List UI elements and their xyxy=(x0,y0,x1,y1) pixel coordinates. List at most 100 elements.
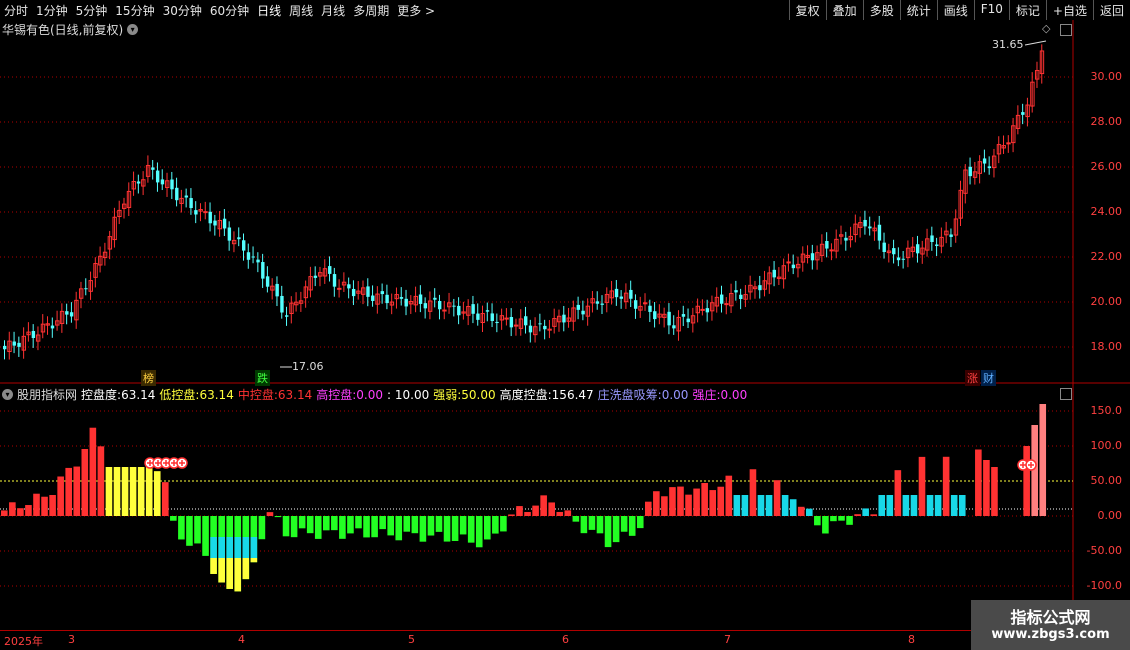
indicator-bar xyxy=(218,558,225,583)
price-axis-label: 26.00 xyxy=(1090,160,1123,173)
indicator-bar xyxy=(854,514,861,516)
candle-body xyxy=(203,211,208,214)
indicator-bar xyxy=(765,495,773,516)
indicator-bar xyxy=(435,516,443,532)
date-label: 7 xyxy=(724,633,731,646)
dikongpan-value: 63.14 xyxy=(199,387,234,402)
price-axis-label: 18.00 xyxy=(1090,340,1123,353)
tag-cai[interactable]: 财 xyxy=(981,370,996,386)
indicator-bar xyxy=(645,501,652,516)
indicator-bar xyxy=(484,516,491,540)
indicator-bar xyxy=(290,516,298,538)
candle-body xyxy=(69,312,74,317)
indicator-bar xyxy=(1023,446,1030,516)
candle-body xyxy=(667,311,671,326)
indicator-bar xyxy=(894,470,902,516)
candle-body xyxy=(987,166,992,169)
indicator-bar xyxy=(323,516,330,531)
candle-body xyxy=(385,294,389,304)
candle-body xyxy=(423,303,428,309)
date-label: 2025年 xyxy=(4,635,43,648)
indicator-bar xyxy=(451,516,459,541)
indicator-bars-group xyxy=(1,404,1047,592)
candle-body xyxy=(844,237,848,241)
indicator-bar xyxy=(693,488,700,516)
candle-body xyxy=(543,325,547,330)
price-axis-label: 22.00 xyxy=(1090,250,1123,263)
indicator-bar xyxy=(886,495,894,516)
candle-body xyxy=(935,244,939,247)
indicator-bar xyxy=(806,508,813,516)
date-label: 3 xyxy=(68,633,75,646)
tag-die[interactable]: 跌 xyxy=(255,370,270,386)
indicator-bar xyxy=(492,516,499,534)
indicator-bar xyxy=(137,467,145,516)
tag-bang[interactable]: 榜 xyxy=(141,370,156,386)
indicator-bar xyxy=(250,537,258,558)
candle-body xyxy=(208,211,212,224)
indicator-bar xyxy=(226,558,233,589)
candle-body xyxy=(328,266,332,274)
candle-body xyxy=(476,313,480,320)
indicator-bar xyxy=(556,511,564,516)
candle-body xyxy=(371,295,375,301)
indicator-header: ▾ 股朋指标网 控盘度: 63.14 低控盘: 63.14 中控盘: 63.14 高控… xyxy=(2,386,747,403)
indicator-bar xyxy=(661,496,668,516)
candle-body xyxy=(227,227,232,241)
candle-body xyxy=(633,300,638,309)
candle-body xyxy=(1006,142,1011,145)
candle-body xyxy=(485,310,490,312)
candle-body xyxy=(332,274,337,287)
kline-chart xyxy=(0,20,1130,630)
candle-body xyxy=(65,311,69,315)
indicator-bar xyxy=(339,516,346,539)
indicator-bar xyxy=(532,505,539,516)
candle-body xyxy=(380,291,385,295)
indicator-bar xyxy=(282,516,290,537)
panel-toggle-icon[interactable] xyxy=(1060,388,1072,400)
candle-body xyxy=(810,253,815,261)
indicator-bar xyxy=(355,516,362,529)
indicator-bar xyxy=(596,516,604,534)
candle-body xyxy=(614,288,619,298)
candle-body xyxy=(12,341,16,346)
candle-body xyxy=(1021,112,1025,115)
candle-body xyxy=(724,303,729,306)
indicator-bar xyxy=(371,516,378,538)
indicator-bar xyxy=(789,499,797,516)
logo-title: 指标公式网 xyxy=(1010,608,1091,627)
indicator-bar xyxy=(347,516,354,534)
candle-body xyxy=(194,210,198,215)
zhongkongpan-value: 63.14 xyxy=(277,387,313,402)
chevron-down-icon[interactable]: ▾ xyxy=(2,389,13,400)
indicator-bar xyxy=(685,494,692,516)
candle-body xyxy=(170,179,174,190)
candle-body xyxy=(3,345,7,350)
indicator-name[interactable]: 股朋指标网 xyxy=(17,386,77,403)
candle-body xyxy=(495,321,499,324)
candle-body xyxy=(246,252,251,260)
dikongpan-label: 低控盘: xyxy=(159,388,200,402)
indicator-bar xyxy=(725,475,733,516)
candle-body xyxy=(275,283,279,297)
candle-body xyxy=(619,296,624,299)
indicator-bar xyxy=(975,449,982,516)
logo-url: www.zbgs3.com xyxy=(991,627,1110,642)
kongpandu-label: 控盘度: xyxy=(81,388,122,402)
candle-body xyxy=(739,294,743,299)
indicator-bar xyxy=(588,516,596,530)
candle-body xyxy=(915,244,920,254)
candle-body xyxy=(175,187,179,201)
tag-zhang[interactable]: 涨 xyxy=(965,370,980,386)
kongpandu-value: 63.14 xyxy=(121,387,156,402)
indicator-bar xyxy=(162,482,169,516)
indicator-bar xyxy=(709,490,716,516)
candle-body xyxy=(772,269,776,278)
indicator-bar xyxy=(508,514,515,516)
indicator-bar xyxy=(516,506,523,516)
candle-body xyxy=(524,316,528,326)
candle-body xyxy=(237,237,241,240)
candle-body xyxy=(442,309,447,312)
indicator-bar xyxy=(701,483,708,516)
candle-body xyxy=(280,295,284,313)
